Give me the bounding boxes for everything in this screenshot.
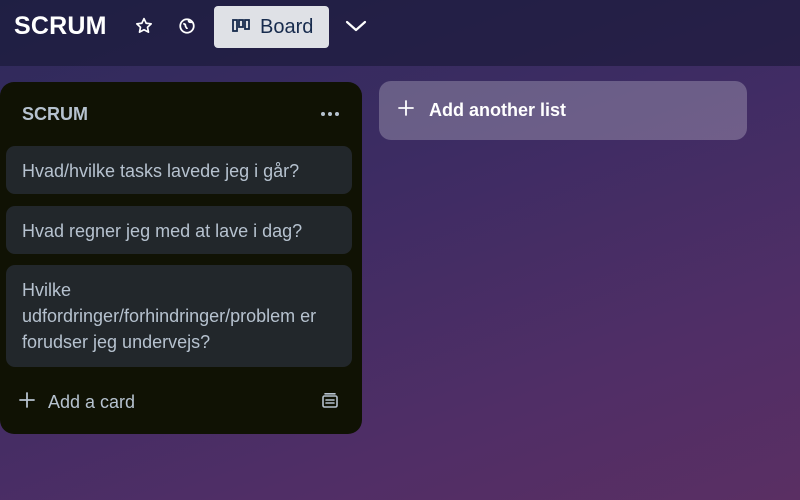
globe-icon bbox=[178, 17, 196, 40]
star-button[interactable] bbox=[128, 12, 160, 44]
more-icon bbox=[320, 104, 340, 122]
list-menu-button[interactable] bbox=[312, 98, 348, 128]
plus-icon bbox=[397, 99, 415, 122]
view-switcher-button[interactable] bbox=[340, 12, 372, 44]
board-view-label: Board bbox=[260, 15, 314, 38]
add-list-button[interactable]: Add another list bbox=[379, 81, 747, 140]
plus-icon bbox=[18, 391, 36, 414]
card[interactable]: Hvad regner jeg med at lave i dag? bbox=[6, 206, 352, 254]
create-from-template-button[interactable] bbox=[314, 387, 346, 419]
board-header: SCRUM Board bbox=[0, 0, 800, 66]
chevron-down-icon bbox=[345, 19, 367, 38]
board-view-icon bbox=[232, 16, 250, 39]
star-icon bbox=[134, 16, 154, 41]
card[interactable]: Hvilke udfordringer/forhindringer/proble… bbox=[6, 265, 352, 367]
template-icon bbox=[321, 392, 339, 415]
add-list-label: Add another list bbox=[429, 100, 567, 120]
card[interactable]: Hvad/hvilke tasks lavede jeg i går? bbox=[6, 146, 352, 194]
add-card-label: Add a card bbox=[48, 391, 136, 412]
list-column: SCRUM Hvad/hvilke tasks lavede jeg i går… bbox=[0, 82, 362, 434]
list-title[interactable]: SCRUM bbox=[22, 104, 88, 125]
add-card-button[interactable]: Add a card bbox=[10, 386, 135, 418]
visibility-button[interactable] bbox=[171, 12, 203, 44]
board-view-button[interactable]: Board bbox=[214, 6, 329, 48]
board-title[interactable]: SCRUM bbox=[14, 12, 107, 41]
